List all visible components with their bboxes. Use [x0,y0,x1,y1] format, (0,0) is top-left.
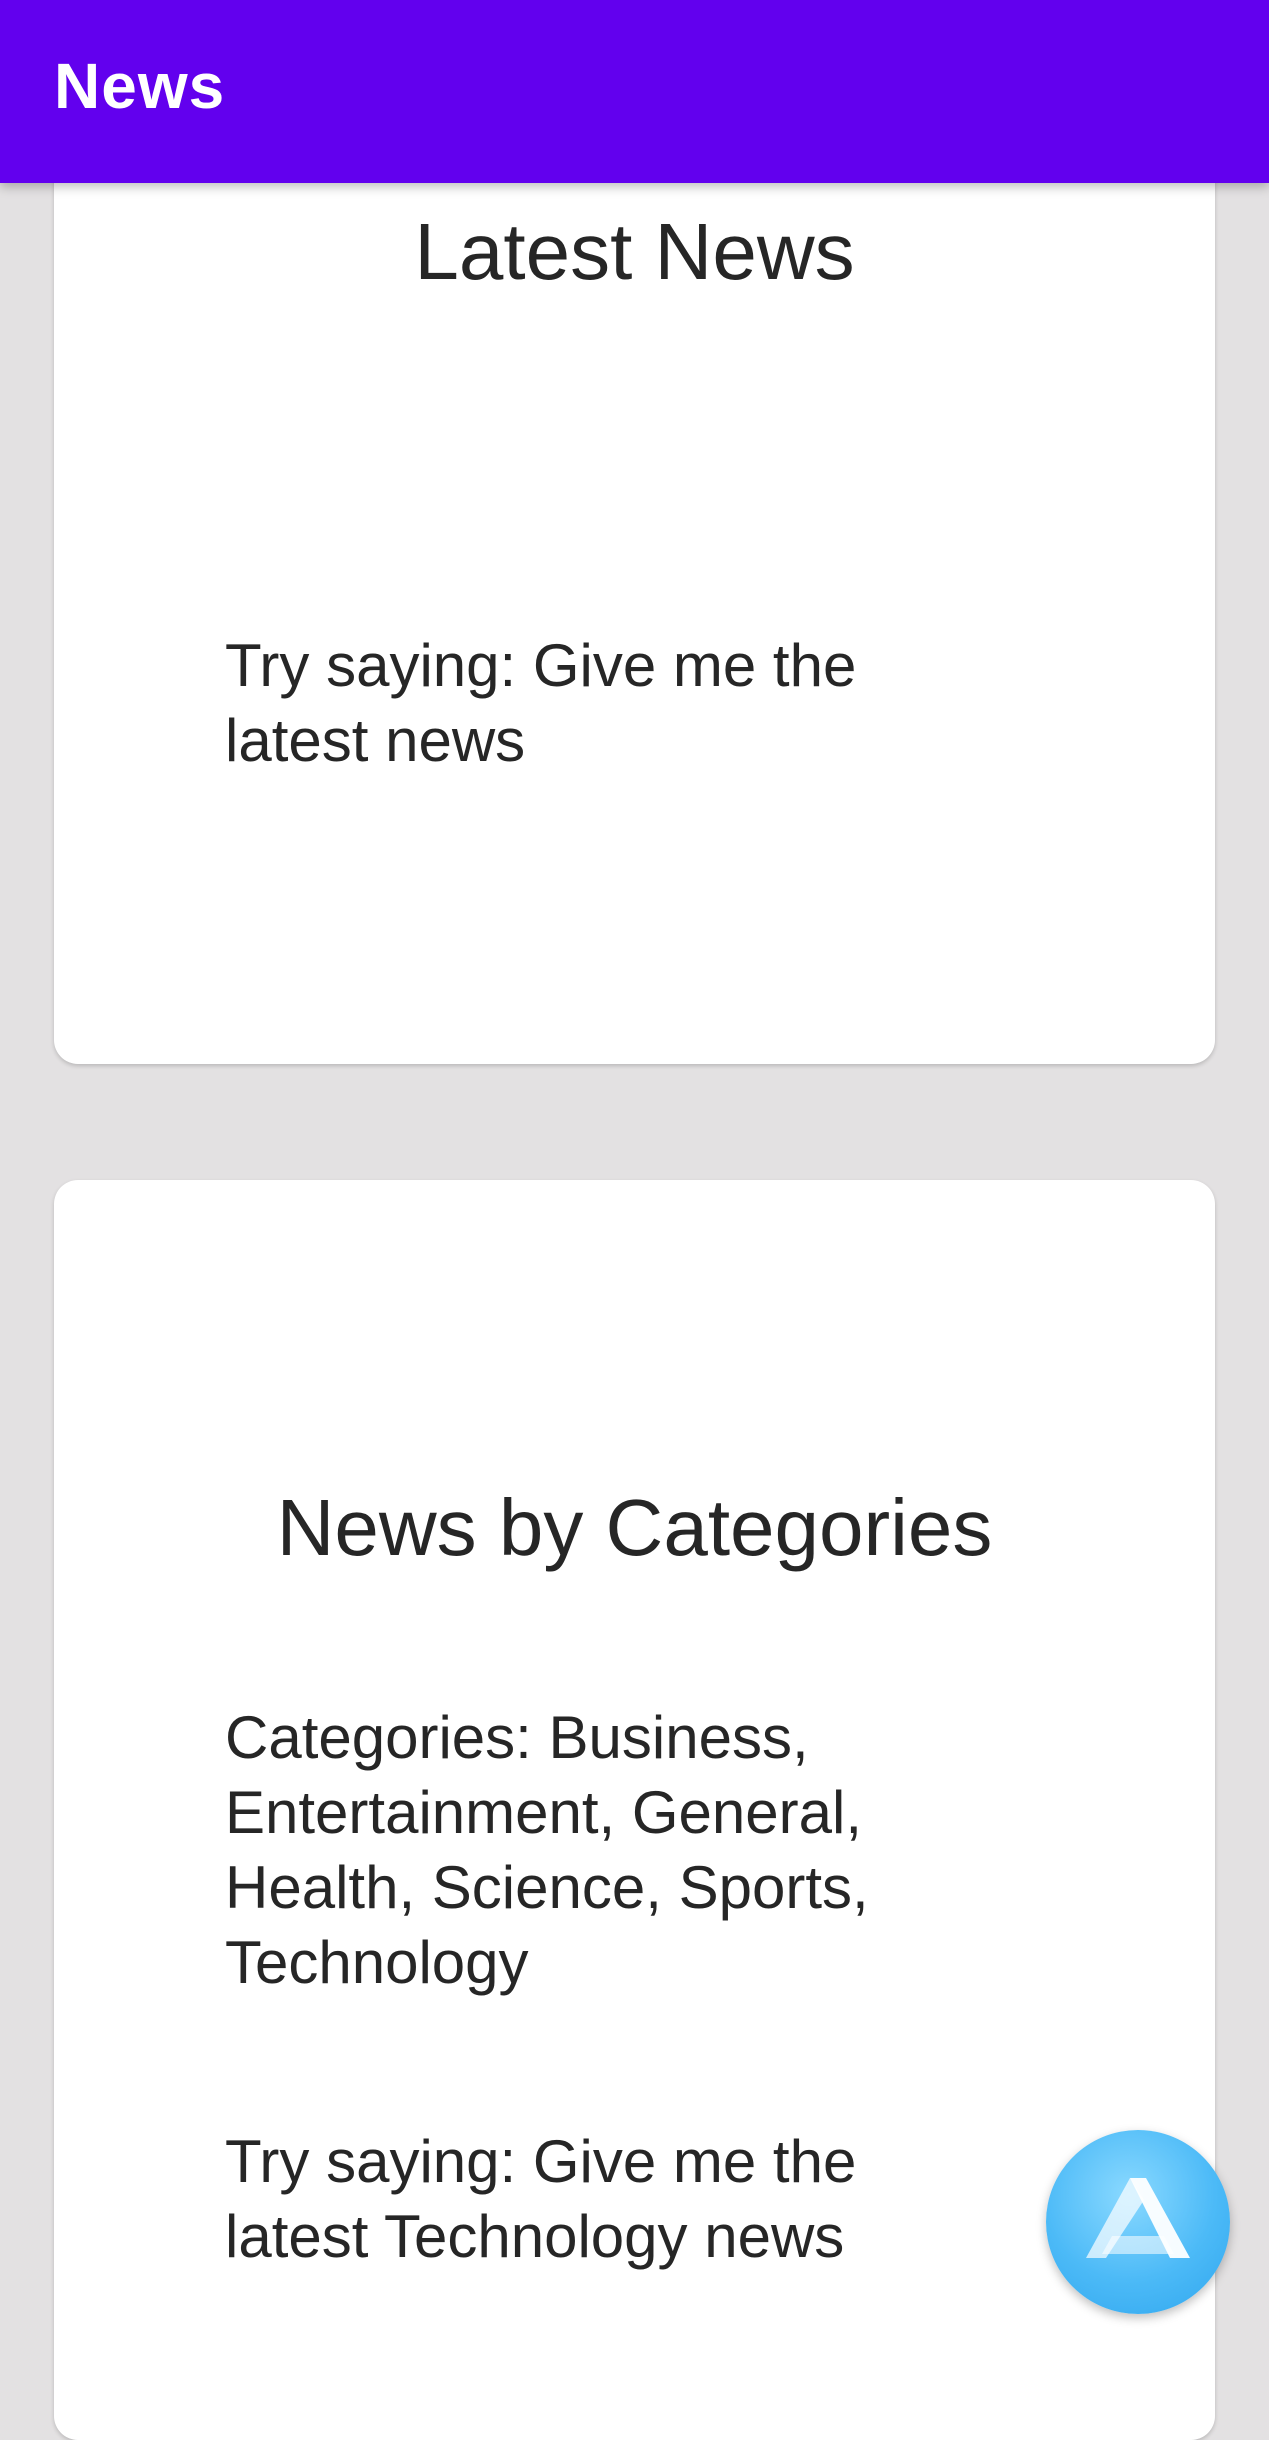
categories-list-text: Categories: Business, Entertainment, Gen… [225,1704,869,1996]
app-title: News [54,50,226,122]
categories-heading: News by Categories [276,1483,993,1572]
news-by-categories-card[interactable]: News by Categories Categories: Business,… [54,1180,1215,2440]
voice-assistant-button[interactable] [1046,2130,1230,2314]
app-bar: News [0,0,1269,183]
latest-news-heading: Latest News [414,207,855,296]
latest-news-card[interactable]: Latest News Try saying: Give me the late… [54,120,1215,1064]
alan-assistant-icon [1086,2178,1190,2258]
latest-news-hint: Try saying: Give me the latest news [225,632,857,774]
categories-hint: Try saying: Give me the latest Technolog… [225,2128,857,2270]
